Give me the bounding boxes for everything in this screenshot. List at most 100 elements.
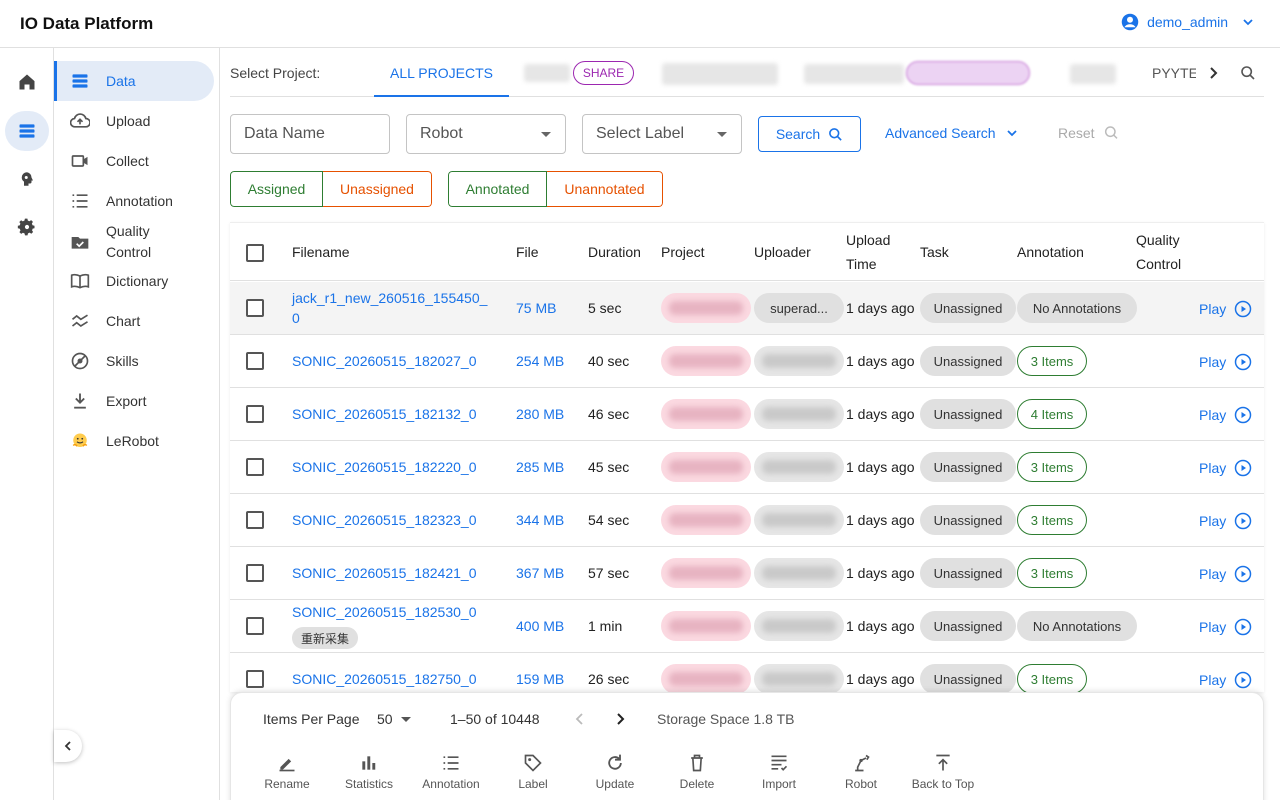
sidebar-item-dictionary[interactable]: Dictionary [54, 261, 214, 301]
header-duration[interactable]: Duration [588, 240, 641, 264]
user-menu[interactable]: demo_admin [1121, 13, 1254, 31]
table-row[interactable]: SONIC_20260515_182421_0 367 MB 57 sec 1 … [230, 547, 1264, 600]
play-button[interactable]: Play [1199, 406, 1252, 424]
sidebar-item-quality-control[interactable]: Quality Control [54, 221, 214, 263]
annotation-action-button[interactable]: Annotation [411, 753, 491, 791]
back-to-top-button[interactable]: Back to Top [903, 753, 983, 791]
header-file[interactable]: File [516, 240, 539, 264]
rail-brain-button[interactable] [5, 159, 49, 199]
table-row[interactable]: SONIC_20260515_182530_0 重新采集 400 MB 1 mi… [230, 600, 1264, 653]
project-tab-partial[interactable]: PYYTE [1152, 65, 1196, 81]
filename-link[interactable]: SONIC_20260515_182027_0 [292, 351, 477, 371]
play-button[interactable]: Play [1199, 671, 1252, 689]
blurred-project-tab[interactable] [804, 64, 904, 84]
label-select[interactable]: Select Label [582, 114, 742, 154]
table-row[interactable]: SONIC_20260515_182027_0 254 MB 40 sec 1 … [230, 335, 1264, 388]
label-button[interactable]: Label [493, 753, 573, 791]
header-upload-time[interactable]: Upload Time [846, 228, 890, 276]
header-uploader[interactable]: Uploader [754, 240, 811, 264]
sidebar-item-lerobot[interactable]: LeRobot [54, 421, 214, 461]
play-button[interactable]: Play [1199, 512, 1252, 530]
filename-link[interactable]: SONIC_20260515_182750_0 [292, 669, 477, 689]
search-button[interactable]: Search [758, 116, 861, 152]
statistics-button[interactable]: Statistics [329, 753, 409, 791]
filename-link[interactable]: SONIC_20260515_182530_0 [292, 602, 477, 622]
file-size-link[interactable]: 280 MB [516, 406, 564, 422]
sidebar-item-export[interactable]: Export [54, 381, 214, 421]
prev-page-icon[interactable] [574, 712, 586, 726]
advanced-search-button[interactable]: Advanced Search [885, 125, 1018, 141]
row-checkbox[interactable] [246, 299, 264, 317]
rename-button[interactable]: Rename [247, 753, 327, 791]
sidebar-item-upload[interactable]: Upload [54, 101, 214, 141]
filename-link[interactable]: jack_r1_new_260516_155450_ 0 [292, 288, 487, 328]
header-annotation[interactable]: Annotation [1017, 240, 1084, 264]
unassigned-toggle[interactable]: Unassigned [323, 171, 432, 207]
header-task[interactable]: Task [920, 240, 949, 264]
table-row[interactable]: jack_r1_new_260516_155450_ 0 75 MB 5 sec… [230, 282, 1264, 335]
search-icon[interactable] [1240, 65, 1256, 81]
sidebar-item-chart[interactable]: Chart [54, 301, 214, 341]
file-size-link[interactable]: 254 MB [516, 353, 564, 369]
annotation-chip[interactable]: 4 Items [1017, 399, 1087, 429]
file-size-link[interactable]: 367 MB [516, 565, 564, 581]
rail-home-button[interactable] [5, 62, 49, 102]
annotation-chip[interactable]: 3 Items [1017, 505, 1087, 535]
table-row[interactable]: SONIC_20260515_182323_0 344 MB 54 sec 1 … [230, 494, 1264, 547]
header-quality-control[interactable]: Quality Control [1136, 228, 1181, 276]
row-checkbox[interactable] [246, 511, 264, 529]
rail-settings-button[interactable] [5, 207, 49, 247]
play-button[interactable]: Play [1199, 300, 1252, 318]
next-page-icon[interactable] [614, 712, 626, 726]
row-checkbox[interactable] [246, 405, 264, 423]
sidebar-item-data[interactable]: Data [54, 61, 214, 101]
assigned-toggle[interactable]: Assigned [230, 171, 323, 207]
annotation-chip[interactable]: 3 Items [1017, 452, 1087, 482]
filename-link[interactable]: SONIC_20260515_182132_0 [292, 404, 477, 424]
play-button[interactable]: Play [1199, 565, 1252, 583]
unannotated-toggle[interactable]: Unannotated [547, 171, 663, 207]
table-row[interactable]: SONIC_20260515_182750_0 159 MB 26 sec 1 … [230, 653, 1264, 692]
sidebar-item-skills[interactable]: Skills [54, 341, 214, 381]
delete-button[interactable]: Delete [657, 753, 737, 791]
collapse-sidebar-button[interactable] [54, 730, 82, 762]
data-name-input[interactable]: Data Name [230, 114, 390, 154]
file-size-link[interactable]: 159 MB [516, 671, 564, 687]
row-checkbox[interactable] [246, 458, 264, 476]
select-all-checkbox[interactable] [246, 244, 264, 262]
filename-link[interactable]: SONIC_20260515_182220_0 [292, 457, 477, 477]
robot-button[interactable]: Robot [821, 753, 901, 791]
filename-link[interactable]: SONIC_20260515_182421_0 [292, 563, 477, 583]
play-button[interactable]: Play [1199, 353, 1252, 371]
share-badge[interactable]: SHARE [573, 61, 634, 85]
row-checkbox[interactable] [246, 564, 264, 582]
row-checkbox[interactable] [246, 670, 264, 688]
blurred-project-tab[interactable] [524, 64, 570, 82]
header-filename[interactable]: Filename [292, 240, 350, 264]
row-checkbox[interactable] [246, 352, 264, 370]
play-button[interactable]: Play [1199, 618, 1252, 636]
annotation-chip[interactable]: 3 Items [1017, 558, 1087, 588]
header-project[interactable]: Project [661, 240, 705, 264]
file-size-link[interactable]: 400 MB [516, 618, 564, 634]
annotation-chip[interactable]: 3 Items [1017, 346, 1087, 376]
filename-link[interactable]: SONIC_20260515_182323_0 [292, 510, 477, 530]
table-row[interactable]: SONIC_20260515_182220_0 285 MB 45 sec 1 … [230, 441, 1264, 494]
tab-all-projects[interactable]: ALL PROJECTS [374, 65, 509, 97]
chevron-right-icon[interactable] [1208, 66, 1220, 80]
robot-select[interactable]: Robot [406, 114, 566, 154]
play-button[interactable]: Play [1199, 459, 1252, 477]
reset-button[interactable]: Reset [1058, 125, 1119, 141]
annotation-chip[interactable]: 3 Items [1017, 664, 1087, 692]
annotated-toggle[interactable]: Annotated [448, 171, 547, 207]
file-size-link[interactable]: 285 MB [516, 459, 564, 475]
items-per-page-select[interactable]: 50 [377, 711, 411, 727]
table-row[interactable]: SONIC_20260515_182132_0 280 MB 46 sec 1 … [230, 388, 1264, 441]
import-button[interactable]: Import [739, 753, 819, 791]
file-size-link[interactable]: 344 MB [516, 512, 564, 528]
update-button[interactable]: Update [575, 753, 655, 791]
blurred-project-tab[interactable] [1070, 64, 1116, 84]
blurred-project-tab[interactable] [662, 63, 778, 85]
row-checkbox[interactable] [246, 617, 264, 635]
sidebar-item-annotation[interactable]: Annotation [54, 181, 214, 221]
